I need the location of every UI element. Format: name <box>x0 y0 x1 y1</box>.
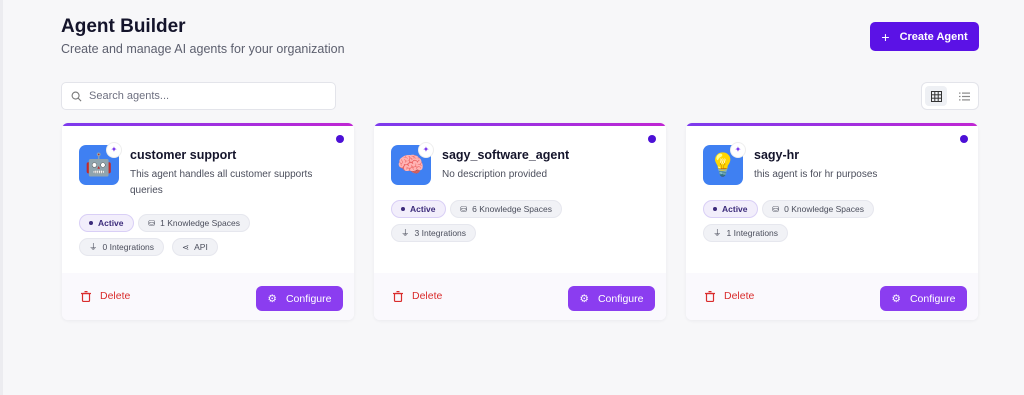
configure-label: Configure <box>597 292 644 305</box>
status-dot <box>336 135 344 143</box>
agent-description: This agent handles all customer supports… <box>130 169 313 196</box>
agent-description: No description provided <box>442 169 548 180</box>
database-icon: ⛁ <box>772 203 780 214</box>
delete-button[interactable]: Delete <box>705 290 754 302</box>
configure-button[interactable]: ⚙ Configure <box>256 286 343 311</box>
agent-name: sagy_software_agent <box>442 148 570 162</box>
integrations-label: 3 Integrations <box>414 228 467 238</box>
bullet-icon <box>713 207 717 211</box>
sidebar-edge <box>0 0 3 395</box>
configure-label: Configure <box>909 292 956 305</box>
search-icon <box>71 91 82 101</box>
agent-card-sagy-software-agent[interactable]: 🧠 ✦ sagy_software_agent No description p… <box>374 123 666 320</box>
delete-label: Delete <box>100 290 131 302</box>
configure-button[interactable]: ⚙ Configure <box>880 286 967 311</box>
gear-icon: ⚙ <box>579 292 589 305</box>
configure-button[interactable]: ⚙ Configure <box>568 286 655 311</box>
gear-icon: ⚙ <box>267 292 277 305</box>
sparkle-icon: ✦ <box>107 143 121 157</box>
sparkle-icon: ✦ <box>419 143 433 157</box>
plug-icon: ⏚ <box>401 228 410 238</box>
integrations-label: 1 Integrations <box>726 228 779 238</box>
integrations-badge: ⏚ 3 Integrations <box>391 224 477 242</box>
page-title: Agent Builder <box>61 16 186 37</box>
list-view-button[interactable] <box>953 86 975 106</box>
search-box[interactable] <box>61 82 336 110</box>
status-label: Active <box>98 218 124 228</box>
database-icon: ⛁ <box>460 203 468 214</box>
card-accent-bar <box>62 123 354 126</box>
status-dot <box>648 135 656 143</box>
page-subtitle: Create and manage AI agents for your org… <box>61 42 345 56</box>
knowledge-label: 6 Knowledge Spaces <box>472 204 552 214</box>
knowledge-label: 1 Knowledge Spaces <box>160 218 240 228</box>
agent-card-customer-support[interactable]: 🤖 ✦ customer support This agent handles … <box>62 123 354 320</box>
grid-view-button[interactable] <box>925 86 947 106</box>
plug-icon: ⏚ <box>713 228 722 238</box>
status-label: Active <box>410 204 436 214</box>
agent-description: this agent is for hr purposes <box>754 169 878 180</box>
knowledge-spaces-badge: ⛁ 6 Knowledge Spaces <box>450 200 562 218</box>
knowledge-label: 0 Knowledge Spaces <box>784 204 864 214</box>
plug-icon: ⏚ <box>89 242 98 252</box>
search-input[interactable] <box>89 90 319 102</box>
view-toggle <box>921 82 979 110</box>
bullet-icon <box>89 221 93 225</box>
create-agent-label: Create Agent <box>899 30 968 43</box>
status-badge: Active <box>703 200 758 218</box>
status-dot <box>960 135 968 143</box>
trash-icon <box>81 290 91 302</box>
knowledge-spaces-badge: ⛁ 0 Knowledge Spaces <box>762 200 874 218</box>
api-badge: ⋖ API <box>172 238 218 256</box>
database-icon: ⛁ <box>148 217 156 228</box>
delete-label: Delete <box>412 290 443 302</box>
card-accent-bar <box>374 123 666 126</box>
delete-button[interactable]: Delete <box>393 290 442 302</box>
configure-label: Configure <box>285 292 332 305</box>
agent-name: customer support <box>130 148 237 162</box>
status-label: Active <box>722 204 748 214</box>
integrations-badge: ⏚ 0 Integrations <box>79 238 165 256</box>
api-label: API <box>194 242 208 252</box>
bullet-icon <box>401 207 405 211</box>
agent-name: sagy-hr <box>754 148 800 162</box>
status-badge: Active <box>79 214 134 232</box>
gear-icon: ⚙ <box>891 292 901 305</box>
grid-icon <box>930 90 942 102</box>
list-icon <box>958 92 970 100</box>
agent-card-sagy-hr[interactable]: 💡 ✦ sagy-hr this agent is for hr purpose… <box>686 123 978 320</box>
share-icon: ⋖ <box>182 241 190 252</box>
delete-button[interactable]: Delete <box>81 290 130 302</box>
integrations-badge: ⏚ 1 Integrations <box>703 224 789 242</box>
trash-icon <box>393 290 403 302</box>
status-badge: Active <box>391 200 446 218</box>
knowledge-spaces-badge: ⛁ 1 Knowledge Spaces <box>138 214 250 232</box>
integrations-label: 0 Integrations <box>102 242 155 252</box>
delete-label: Delete <box>724 290 755 302</box>
plus-icon: + <box>881 28 890 45</box>
create-agent-button[interactable]: + Create Agent <box>870 22 979 51</box>
card-accent-bar <box>686 123 978 126</box>
sparkle-icon: ✦ <box>731 143 745 157</box>
trash-icon <box>705 290 715 302</box>
